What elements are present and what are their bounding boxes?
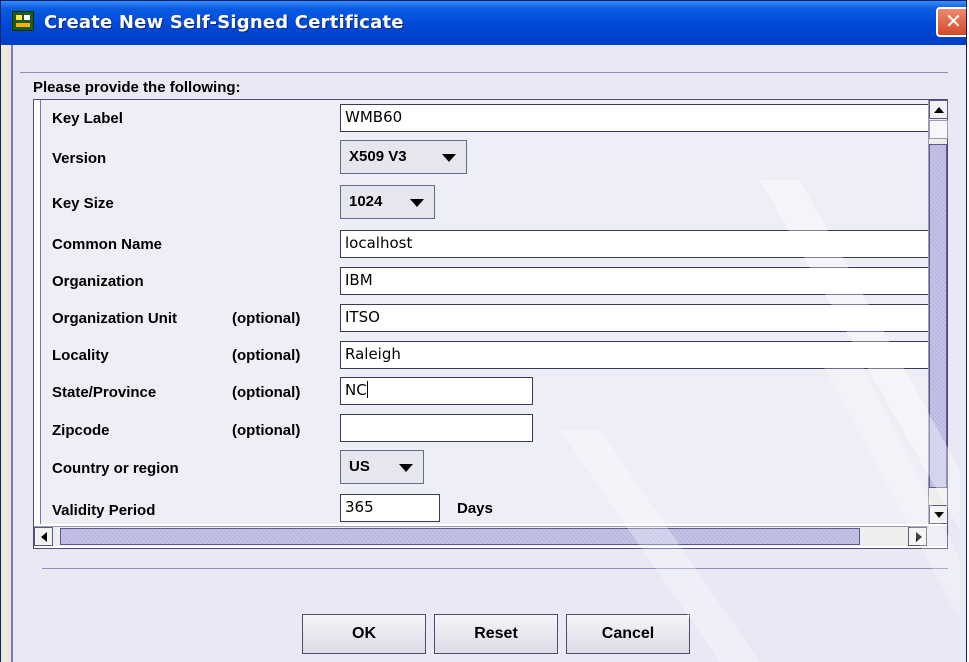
state-province-label: State/Province: [52, 384, 157, 401]
key-label-field[interactable]: WMB60: [340, 104, 940, 132]
scroll-down-button[interactable]: [929, 505, 948, 524]
validity-unit-label: Days: [457, 500, 493, 517]
arrow-down-icon: [934, 512, 944, 518]
validity-period-label: Validity Period: [52, 502, 156, 519]
version-selected: X509 V3: [349, 148, 407, 165]
text-cursor: [366, 381, 368, 398]
vertical-scrollbar[interactable]: [928, 100, 948, 524]
key-size-label: Key Size: [52, 195, 114, 212]
state-province-field[interactable]: NC: [340, 377, 533, 405]
window-title: Create New Self-Signed Certificate: [44, 12, 404, 33]
chevron-down-icon: [410, 199, 424, 207]
organization-unit-field[interactable]: ITSO: [340, 304, 940, 332]
arrow-right-icon: [916, 532, 922, 542]
scrollbar-corner: [928, 526, 947, 546]
scroll-right-button[interactable]: [908, 527, 927, 546]
zipcode-label: Zipcode: [52, 422, 110, 439]
version-label: Version: [52, 150, 107, 167]
organization-label: Organization: [52, 273, 144, 290]
locality-label: Locality: [52, 347, 109, 364]
close-button[interactable]: ✕: [936, 7, 966, 37]
scroll-left-button[interactable]: [34, 527, 53, 546]
country-dropdown[interactable]: US: [340, 450, 424, 484]
top-separator: [20, 72, 948, 73]
validity-period-field[interactable]: 365: [340, 494, 440, 522]
zipcode-field[interactable]: [340, 414, 533, 442]
key-size-selected: 1024: [349, 193, 383, 210]
cancel-button[interactable]: Cancel: [566, 614, 690, 654]
vertical-scroll-thumb[interactable]: [929, 144, 947, 488]
scroll-up-button[interactable]: [929, 100, 948, 119]
title-bar[interactable]: Create New Self-Signed Certificate ✕: [1, 1, 966, 45]
country-selected: US: [349, 458, 370, 475]
arrow-up-icon: [934, 107, 944, 113]
locality-field[interactable]: Raleigh: [340, 341, 940, 369]
chevron-down-icon: [399, 464, 413, 472]
state-province-value: NC: [345, 381, 367, 399]
zipcode-optional: (optional): [232, 422, 301, 439]
key-size-dropdown[interactable]: 1024: [340, 185, 435, 219]
common-name-label: Common Name: [52, 236, 163, 253]
common-name-field[interactable]: localhost: [340, 230, 940, 258]
reset-button[interactable]: Reset: [434, 614, 558, 654]
organization-unit-label: Organization Unit: [52, 310, 177, 327]
organization-field[interactable]: IBM: [340, 267, 940, 295]
horizontal-scrollbar[interactable]: [34, 526, 928, 546]
chevron-down-icon: [442, 154, 456, 162]
arrow-left-icon: [41, 532, 47, 542]
organization-unit-optional: (optional): [232, 310, 301, 327]
bottom-separator: [42, 568, 948, 569]
scroll-track-top[interactable]: [929, 120, 948, 139]
ok-button[interactable]: OK: [302, 614, 426, 654]
locality-optional: (optional): [232, 347, 301, 364]
country-label: Country or region: [52, 460, 179, 477]
section-label: Please provide the following:: [33, 79, 241, 96]
horizontal-scroll-thumb[interactable]: [60, 528, 860, 545]
state-province-optional: (optional): [232, 384, 301, 401]
key-label-label: Key Label: [52, 110, 123, 127]
version-dropdown[interactable]: X509 V3: [340, 140, 467, 174]
key-database-icon: [12, 11, 34, 31]
